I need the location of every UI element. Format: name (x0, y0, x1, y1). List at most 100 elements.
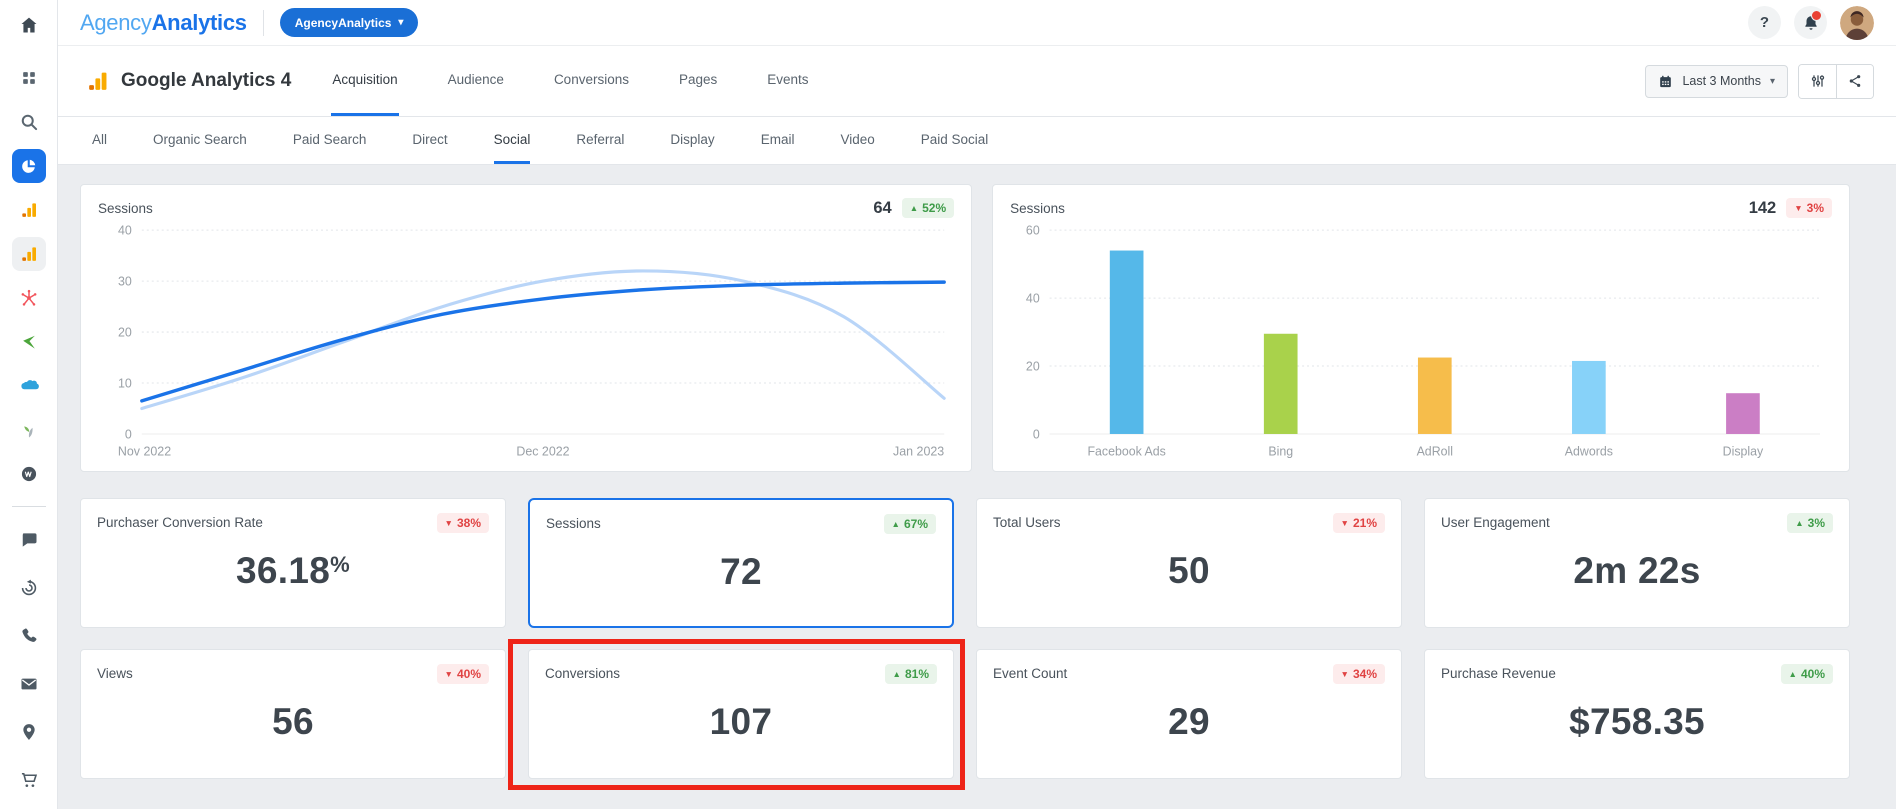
metric-cell-sessions: Sessions▲67%72 (528, 498, 954, 628)
metric-label: Purchaser Conversion Rate (97, 513, 263, 530)
arrow-pointer-sidebar-item[interactable] (12, 325, 46, 359)
analytics-bars-sidebar-item[interactable] (12, 237, 46, 271)
share-icon (1847, 73, 1863, 89)
w-circle-sidebar-item[interactable] (12, 457, 46, 491)
svg-text:Dec 2022: Dec 2022 (516, 445, 569, 459)
metric-cell-user-engagement: User Engagement▲3%2m 22s (1424, 498, 1850, 628)
apps-grid-icon (19, 68, 39, 88)
up-arrow-icon: ▲ (892, 520, 900, 529)
seedling-sidebar-item[interactable] (12, 413, 46, 447)
metric-label: Total Users (993, 513, 1061, 530)
metric-card-purchaser-conversion-rate[interactable]: Purchaser Conversion Rate▼38%36.18% (80, 498, 506, 628)
pie-chart-sidebar-item[interactable] (12, 149, 46, 183)
cart-sidebar-item[interactable] (12, 763, 46, 797)
subtab-all[interactable]: All (92, 117, 107, 164)
hubspot-sprocket-sidebar-item[interactable] (12, 281, 46, 315)
swirl-arrow-icon (19, 578, 39, 598)
metric-value: 72 (546, 551, 936, 593)
up-arrow-icon: ▲ (893, 670, 901, 679)
down-arrow-icon: ▼ (1341, 670, 1349, 679)
change-percent: 67% (904, 517, 928, 531)
metric-card-views[interactable]: Views▼40%56 (80, 649, 506, 779)
metric-change-badge: ▲3% (1787, 513, 1833, 533)
tab-conversions[interactable]: Conversions (553, 46, 630, 116)
pie-chart-icon (19, 157, 38, 176)
subtab-direct[interactable]: Direct (412, 117, 447, 164)
svg-text:20: 20 (1026, 360, 1040, 374)
channel-subtabs: All Organic Search Paid Search Direct Social… (58, 117, 1896, 165)
subtab-social[interactable]: Social (494, 117, 531, 164)
svg-text:Display: Display (1723, 445, 1764, 459)
svg-text:AdRoll: AdRoll (1417, 445, 1453, 459)
google-analytics-icon (85, 69, 110, 94)
subtab-email[interactable]: Email (761, 117, 795, 164)
metric-value: 29 (993, 701, 1385, 743)
metric-cell-total-users: Total Users▼21%50 (976, 498, 1402, 628)
tab-pages[interactable]: Pages (678, 46, 718, 116)
analytics-bars-sidebar-item[interactable] (12, 193, 46, 227)
metric-card-event-count[interactable]: Event Count▼34%29 (976, 649, 1402, 779)
analytics-bars-icon (19, 200, 39, 220)
chart-title: Sessions (98, 201, 153, 216)
subtab-video[interactable]: Video (840, 117, 874, 164)
metric-change-badge: ▼40% (437, 664, 489, 684)
account-dropdown-button[interactable]: AgencyAnalytics ▾ (280, 8, 419, 37)
tab-events[interactable]: Events (766, 46, 809, 116)
apps-grid-sidebar-item[interactable] (12, 61, 46, 95)
salesforce-cloud-sidebar-item[interactable] (12, 369, 46, 403)
phone-sidebar-item[interactable] (12, 619, 46, 653)
search-sidebar-item[interactable] (12, 105, 46, 139)
sidebar-sections (12, 516, 46, 804)
metric-card-sessions[interactable]: Sessions▲67%72 (528, 498, 954, 628)
metric-card-conversions[interactable]: Conversions▲81%107 (528, 649, 954, 779)
date-range-button[interactable]: Last 3 Months ▾ (1645, 65, 1788, 98)
calendar-icon (1658, 74, 1673, 89)
mail-sidebar-item[interactable] (12, 667, 46, 701)
tab-acquisition[interactable]: Acquisition (331, 46, 398, 116)
bar-chart: 0204060Facebook AdsBingAdRollAdwordsDisp… (1010, 222, 1832, 465)
metric-change-badge: ▼21% (1333, 513, 1385, 533)
svg-text:Facebook Ads: Facebook Ads (1088, 445, 1166, 459)
home-sidebar-item[interactable] (12, 8, 46, 42)
notifications-button[interactable] (1794, 6, 1827, 39)
logo-suffix: Analytics (152, 10, 247, 35)
chevron-down-icon: ▾ (1770, 76, 1775, 87)
metric-change-badge: ▲81% (885, 664, 937, 684)
svg-text:60: 60 (1026, 224, 1040, 238)
analytics-bars-icon (19, 244, 39, 264)
subtab-organic-search[interactable]: Organic Search (153, 117, 247, 164)
filters-button[interactable] (1799, 65, 1836, 98)
metric-card-purchase-revenue[interactable]: Purchase Revenue▲40%$758.35 (1424, 649, 1850, 779)
metric-label: Purchase Revenue (1441, 664, 1556, 681)
down-arrow-icon: ▼ (1341, 519, 1349, 528)
metric-cell-conversions: Conversions▲81%107 (528, 649, 954, 779)
swirl-arrow-sidebar-item[interactable] (12, 571, 46, 605)
metric-card-user-engagement[interactable]: User Engagement▲3%2m 22s (1424, 498, 1850, 628)
subtab-paid-search[interactable]: Paid Search (293, 117, 367, 164)
metric-value: 107 (545, 701, 937, 743)
subtab-paid-social[interactable]: Paid Social (921, 117, 989, 164)
location-pin-sidebar-item[interactable] (12, 715, 46, 749)
svg-text:Nov 2022: Nov 2022 (118, 445, 171, 459)
subtab-display[interactable]: Display (670, 117, 714, 164)
notification-dot (1811, 10, 1822, 21)
metric-value: 56 (97, 701, 489, 743)
change-percent: 52% (922, 201, 946, 215)
subtab-referral[interactable]: Referral (576, 117, 624, 164)
user-avatar[interactable] (1840, 6, 1874, 40)
chart-header: Sessions 142 ▼3% (1010, 198, 1832, 218)
tab-audience[interactable]: Audience (447, 46, 505, 116)
chat-bubble-sidebar-item[interactable] (12, 523, 46, 557)
metric-card-total-users[interactable]: Total Users▼21%50 (976, 498, 1402, 628)
svg-text:40: 40 (1026, 292, 1040, 306)
change-percent: 3% (1807, 201, 1824, 215)
change-percent: 34% (1353, 667, 1377, 681)
agencyanalytics-logo[interactable]: AgencyAnalytics (80, 10, 247, 36)
change-percent: 40% (457, 667, 481, 681)
phone-icon (19, 626, 39, 646)
metric-cell-purchaser-conversion-rate: Purchaser Conversion Rate▼38%36.18% (80, 498, 506, 628)
share-button[interactable] (1836, 65, 1873, 98)
help-button[interactable]: ? (1748, 6, 1781, 39)
metric-cards-grid: Purchaser Conversion Rate▼38%36.18%Sessi… (80, 498, 1850, 779)
toolbar-button-group (1798, 64, 1874, 99)
